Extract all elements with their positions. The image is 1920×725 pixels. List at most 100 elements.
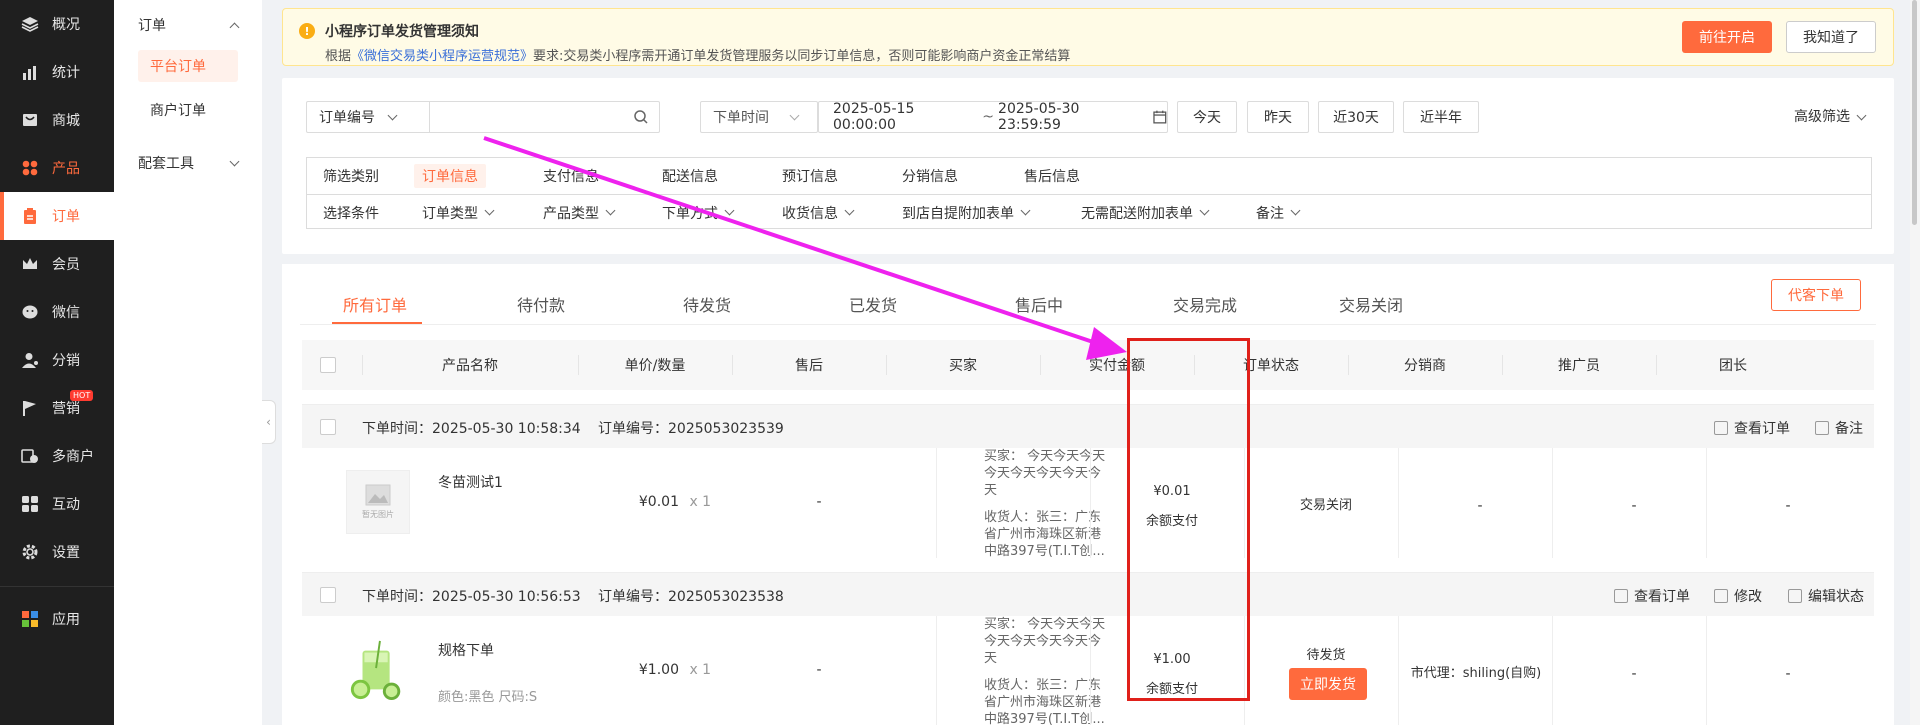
order-checkbox[interactable] — [320, 419, 336, 435]
sidebar-item-interact[interactable]: 互动 — [0, 480, 114, 528]
date-start: 2025-05-15 00:00:00 — [833, 101, 915, 133]
date-separator: ~ — [982, 109, 995, 125]
search-icon[interactable] — [633, 109, 649, 125]
scrollbar-thumb[interactable] — [1912, 0, 1917, 225]
sidebar-item-shop[interactable]: 商城 — [0, 96, 114, 144]
edit-status-link[interactable]: 编辑状态 — [1788, 586, 1864, 606]
product-name[interactable]: 规格下单 — [438, 640, 494, 660]
sidebar-item-multi-store[interactable]: 多商户 — [0, 432, 114, 480]
unit-price: ¥1.00 x 1 — [598, 662, 752, 678]
order-number: 订单编号：2025053023539 — [598, 421, 784, 437]
subnav-item-platform-orders[interactable]: 平台订单 — [138, 50, 238, 82]
cell-divider — [1090, 448, 1091, 558]
tab-pending-shipment[interactable]: 待发货 — [683, 284, 731, 324]
category-reservation-info[interactable]: 预订信息 — [782, 166, 838, 186]
proxy-order-button[interactable]: 代客下单 — [1771, 279, 1861, 311]
sidebar-item-gear[interactable]: 设置 — [0, 528, 114, 576]
cell-divider — [1398, 616, 1399, 725]
advanced-filter-toggle[interactable]: 高级筛选 — [1794, 106, 1867, 126]
filter-panel: 订单编号 下单时间 2025-05-15 00:00:00 ~ 2025-05-… — [282, 78, 1894, 254]
col-price-qty: 单价/数量 — [624, 358, 686, 374]
ship-now-button[interactable]: 立即发货 — [1289, 668, 1367, 700]
sidebar-item-crown[interactable]: 会员 — [0, 240, 114, 288]
order-status: 待发货 — [1306, 648, 1346, 663]
col-promoter: 推广员 — [1558, 358, 1600, 374]
quick-today-button[interactable]: 今天 — [1177, 101, 1237, 133]
sidebar-item-chart[interactable]: 统计 — [0, 48, 114, 96]
notice-title: 小程序订单发货管理须知 — [325, 24, 479, 40]
tab-shipped[interactable]: 已发货 — [849, 284, 897, 324]
tab-pending-payment[interactable]: 待付款 — [517, 284, 565, 324]
condition-order-type[interactable]: 订单类型 — [422, 203, 495, 223]
sidebar-item-label: 互动 — [52, 497, 80, 513]
category-aftersale-info[interactable]: 售后信息 — [1024, 166, 1080, 186]
condition-no-delivery-form[interactable]: 无需配送附加表单 — [1081, 203, 1210, 223]
order-status: 交易关闭 — [1299, 498, 1352, 513]
search-type-select[interactable]: 订单编号 — [306, 101, 430, 133]
date-end: 2025-05-30 23:59:59 — [998, 101, 1080, 133]
chevron-down-icon — [1290, 205, 1301, 216]
tab-completed[interactable]: 交易完成 — [1173, 284, 1237, 324]
condition-remark[interactable]: 备注 — [1256, 203, 1301, 223]
condition-receiver-info[interactable]: 收货信息 — [782, 203, 855, 223]
product-name[interactable]: 冬苗测试1 — [438, 472, 503, 492]
condition-label: 备注 — [1256, 205, 1284, 222]
view-order-icon — [1714, 421, 1728, 435]
quick-yesterday-button[interactable]: 昨天 — [1247, 101, 1309, 133]
chevron-down-icon — [387, 110, 398, 120]
quick-30days-button[interactable]: 近30天 — [1318, 101, 1394, 133]
sidebar-item-product[interactable]: 产品 — [0, 144, 114, 192]
sidebar-item-flag[interactable]: 营销 HOT — [0, 384, 114, 432]
subnav-group-tools[interactable]: 配套工具 — [114, 138, 262, 188]
chevron-down-icon — [1856, 110, 1867, 121]
go-enable-button[interactable]: 前往开启 — [1682, 21, 1772, 53]
quick-half-year-button[interactable]: 近半年 — [1403, 101, 1479, 133]
promoter: - — [1631, 666, 1637, 682]
leader: - — [1785, 666, 1791, 682]
distributor: 市代理：shiling(自购) — [1410, 666, 1542, 681]
category-distribution-info[interactable]: 分销信息 — [902, 166, 958, 186]
remark-link[interactable]: 备注 — [1815, 418, 1863, 438]
quantity: x 1 — [689, 494, 712, 510]
select-all-checkbox[interactable] — [320, 357, 336, 373]
sidebar-item-label: 微信 — [52, 305, 80, 321]
sidebar-item-label: 应用 — [52, 612, 80, 628]
tab-after-sale[interactable]: 售后中 — [1015, 284, 1063, 324]
tab-closed[interactable]: 交易关闭 — [1339, 284, 1403, 324]
sidebar-item-apps[interactable]: 应用 — [0, 595, 114, 643]
order-time: 下单时间：2025-05-30 10:58:34 — [362, 421, 581, 437]
sidebar-item-user-share[interactable]: 分销 — [0, 336, 114, 384]
price-value: ¥1.00 — [638, 662, 679, 678]
rules-link[interactable]: 《微信交易类小程序运营规范》 — [351, 49, 533, 64]
condition-order-method[interactable]: 下单方式 — [662, 203, 735, 223]
page-scrollbar[interactable] — [1910, 0, 1920, 725]
tab-all-orders[interactable]: 所有订单 — [343, 284, 407, 324]
category-delivery-info[interactable]: 配送信息 — [662, 166, 718, 186]
subnav-group-orders[interactable]: 订单 — [114, 0, 262, 50]
sidebar-item-label: 营销 — [52, 401, 80, 417]
time-type-select[interactable]: 下单时间 — [700, 101, 818, 133]
sidebar-item-wechat[interactable]: 微信 — [0, 288, 114, 336]
category-order-info[interactable]: 订单信息 — [414, 164, 486, 188]
sidebar-item-order[interactable]: 订单 — [0, 192, 114, 240]
order-checkbox[interactable] — [320, 587, 336, 603]
acknowledge-button[interactable]: 我知道了 — [1786, 21, 1876, 53]
modify-link[interactable]: 修改 — [1714, 586, 1762, 606]
sidebar-item-layers[interactable]: 概况 — [0, 0, 114, 48]
condition-product-type[interactable]: 产品类型 — [543, 203, 616, 223]
notice-description: 根据《微信交易类小程序运营规范》要求:交易类小程序需开通订单发货管理服务以同步订… — [325, 45, 1070, 64]
subnav-item-merchant-orders[interactable]: 商户订单 — [138, 94, 238, 126]
date-range-picker[interactable]: 2025-05-15 00:00:00 ~ 2025-05-30 23:59:5… — [818, 101, 1168, 133]
promoter: - — [1631, 498, 1637, 514]
collapse-subnav-handle[interactable]: ‹ — [262, 400, 276, 444]
view-order-link[interactable]: 查看订单 — [1714, 418, 1790, 438]
product-placeholder-image: 暂无图片 — [346, 470, 410, 534]
view-order-link[interactable]: 查看订单 — [1614, 586, 1690, 606]
order-number: 订单编号：2025053023538 — [598, 589, 784, 605]
search-input-box[interactable] — [429, 101, 660, 133]
category-payment-info[interactable]: 支付信息 — [543, 166, 599, 186]
view-order-icon — [1614, 589, 1628, 603]
sidebar-item-label: 商城 — [52, 113, 80, 129]
condition-pickup-form[interactable]: 到店自提附加表单 — [902, 203, 1031, 223]
calendar-icon — [1153, 110, 1167, 124]
